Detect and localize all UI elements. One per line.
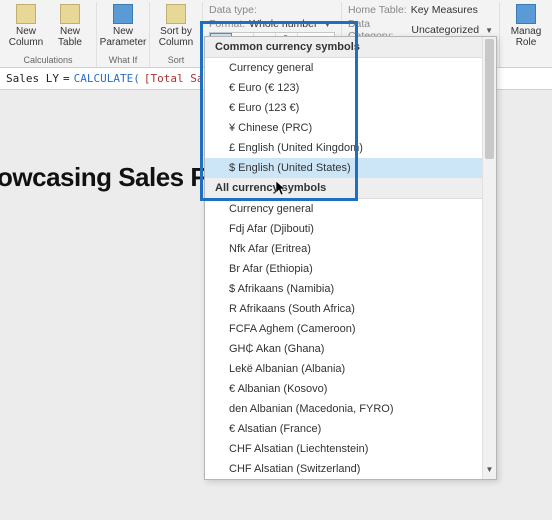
whatif-group-label: What If <box>109 55 138 67</box>
currency-option[interactable]: R Afrikaans (South Africa) <box>205 299 496 319</box>
currency-option[interactable]: € Euro (€ 123) <box>205 78 496 98</box>
whatif-group: NewParameter What If <box>97 2 150 67</box>
function-name: CALCULATE( <box>74 72 140 85</box>
chevron-down-icon: ▼ <box>485 26 493 35</box>
currency-option[interactable]: CHF Alsatian (Switzerland) <box>205 459 496 479</box>
format-dropdown-row[interactable]: Format: Whole number ▼ <box>209 18 335 30</box>
currency-dropdown: Common currency symbols Currency general… <box>204 36 497 480</box>
format-value: Whole number <box>249 18 317 30</box>
sort-group-label: Sort <box>168 55 185 67</box>
currency-option[interactable]: Currency general <box>205 58 496 78</box>
scroll-down-arrow[interactable]: ▼ <box>483 465 496 479</box>
currency-option[interactable]: $ English (United States) <box>205 158 496 178</box>
currency-option[interactable]: € Alsatian (France) <box>205 419 496 439</box>
calc-group: NewColumn NewTable Calculations <box>0 2 97 67</box>
scroll-thumb[interactable] <box>485 39 494 159</box>
currency-option[interactable]: Currency general <box>205 199 496 219</box>
column-icon <box>16 4 36 24</box>
new-table-button[interactable]: NewTable <box>50 2 90 50</box>
home-table-value: Key Measures <box>411 4 478 16</box>
currency-option[interactable]: £ English (United Kingdom) <box>205 138 496 158</box>
currency-option[interactable]: CHF Alsatian (Liechtenstein) <box>205 439 496 459</box>
sort-icon <box>166 4 186 24</box>
dropdown-scrollbar[interactable]: ▲ ▼ <box>482 37 496 479</box>
dropdown-header-common: Common currency symbols <box>205 37 496 58</box>
new-column-label: NewColumn <box>9 26 43 48</box>
home-table-label: Home Table: <box>348 4 407 16</box>
all-currency-list: Currency generalFdj Afar (Djibouti)Nfk A… <box>205 199 496 479</box>
table-icon <box>60 4 80 24</box>
currency-option[interactable]: Fdj Afar (Djibouti) <box>205 219 496 239</box>
format-label: Format: <box>209 18 245 30</box>
page-title: owcasing Sales F <box>0 162 206 193</box>
currency-option[interactable]: € Euro (123 €) <box>205 98 496 118</box>
currency-option[interactable]: GH₵ Akan (Ghana) <box>205 339 496 359</box>
currency-option[interactable]: FCFA Aghem (Cameroon) <box>205 319 496 339</box>
measure-name: Sales LY <box>6 72 59 85</box>
manage-roles-button[interactable]: ManagRole <box>506 2 546 50</box>
currency-option[interactable]: $ Afrikaans (Namibia) <box>205 279 496 299</box>
currency-option[interactable]: den Albanian (Macedonia, FYRO) <box>205 399 496 419</box>
currency-option[interactable]: Nfk Afar (Eritrea) <box>205 239 496 259</box>
currency-option[interactable]: ¥ Chinese (PRC) <box>205 118 496 138</box>
new-parameter-label: NewParameter <box>100 26 147 48</box>
calc-group-label: Calculations <box>23 55 72 67</box>
sort-group: Sort byColumn Sort <box>150 2 203 67</box>
sort-by-column-button[interactable]: Sort byColumn <box>156 2 196 50</box>
equals-sign: = <box>63 72 70 85</box>
chevron-down-icon: ▼ <box>323 20 331 29</box>
common-currency-list: Currency general€ Euro (€ 123)€ Euro (12… <box>205 58 496 178</box>
currency-option[interactable]: € Albanian (Kosovo) <box>205 379 496 399</box>
sort-by-label: Sort byColumn <box>159 26 193 48</box>
data-type-label: Data type: <box>209 4 257 16</box>
new-column-button[interactable]: NewColumn <box>6 2 46 50</box>
manage-roles-label: ManagRole <box>511 26 542 48</box>
data-category-value: Uncategorized <box>411 24 479 36</box>
currency-option[interactable]: Br Afar (Ethiopia) <box>205 259 496 279</box>
manage-group: ManagRole <box>500 2 552 67</box>
new-parameter-button[interactable]: NewParameter <box>103 2 143 50</box>
dropdown-header-all: All currency symbols <box>205 178 496 199</box>
new-table-label: NewTable <box>58 26 82 48</box>
parameter-icon <box>113 4 133 24</box>
currency-option[interactable]: Lekë Albanian (Albania) <box>205 359 496 379</box>
roles-icon <box>516 4 536 24</box>
